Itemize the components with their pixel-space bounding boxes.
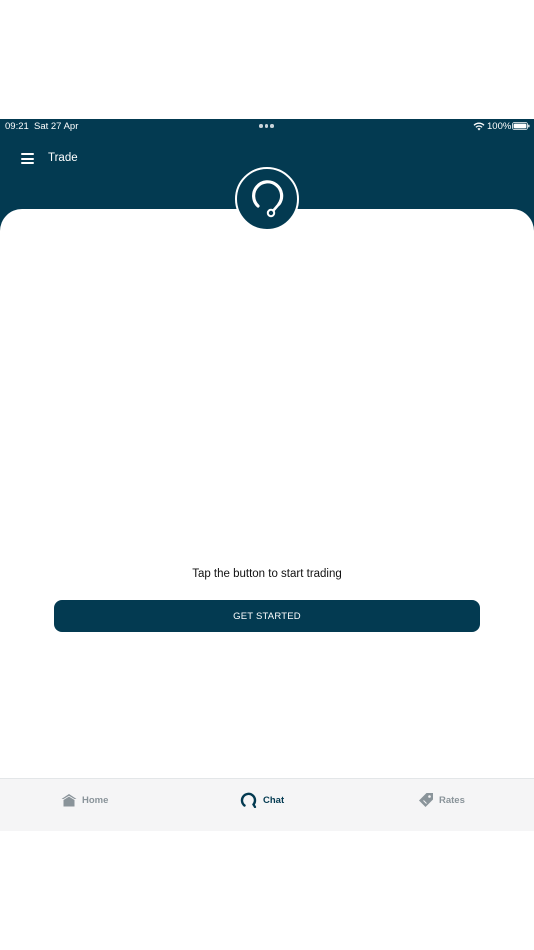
chat-icon [240, 792, 257, 808]
app-screen: 09:21 Sat 27 Apr 100% Trade Tap the butt… [0, 119, 534, 831]
tab-home-label: Home [82, 794, 109, 806]
tag-icon [419, 793, 433, 807]
tab-chat[interactable]: Chat [240, 792, 284, 808]
status-time: 09:21 [5, 121, 29, 132]
status-bar: 09:21 Sat 27 Apr 100% [0, 119, 534, 133]
wifi-icon [473, 122, 485, 131]
battery-percentage: 100% [487, 121, 512, 132]
multitasking-dots-icon[interactable] [259, 124, 274, 128]
bottom-tab-bar: Home Chat Rates [0, 778, 534, 831]
page-title: Trade [48, 152, 78, 164]
battery-icon [512, 122, 530, 130]
hamburger-menu-icon[interactable] [21, 153, 34, 164]
get-started-button[interactable]: GET STARTED [54, 600, 480, 632]
tab-home[interactable]: Home [61, 792, 108, 808]
tab-chat-label: Chat [263, 794, 285, 806]
tab-rates[interactable]: Rates [418, 792, 465, 808]
start-trading-prompt: Tap the button to start trading [192, 568, 342, 580]
home-icon [61, 794, 77, 807]
support-agent-logo-icon [235, 167, 299, 231]
content-card: Tap the button to start trading GET STAR… [0, 209, 534, 831]
tab-rates-label: Rates [439, 794, 465, 806]
status-date: Sat 27 Apr [34, 121, 79, 132]
